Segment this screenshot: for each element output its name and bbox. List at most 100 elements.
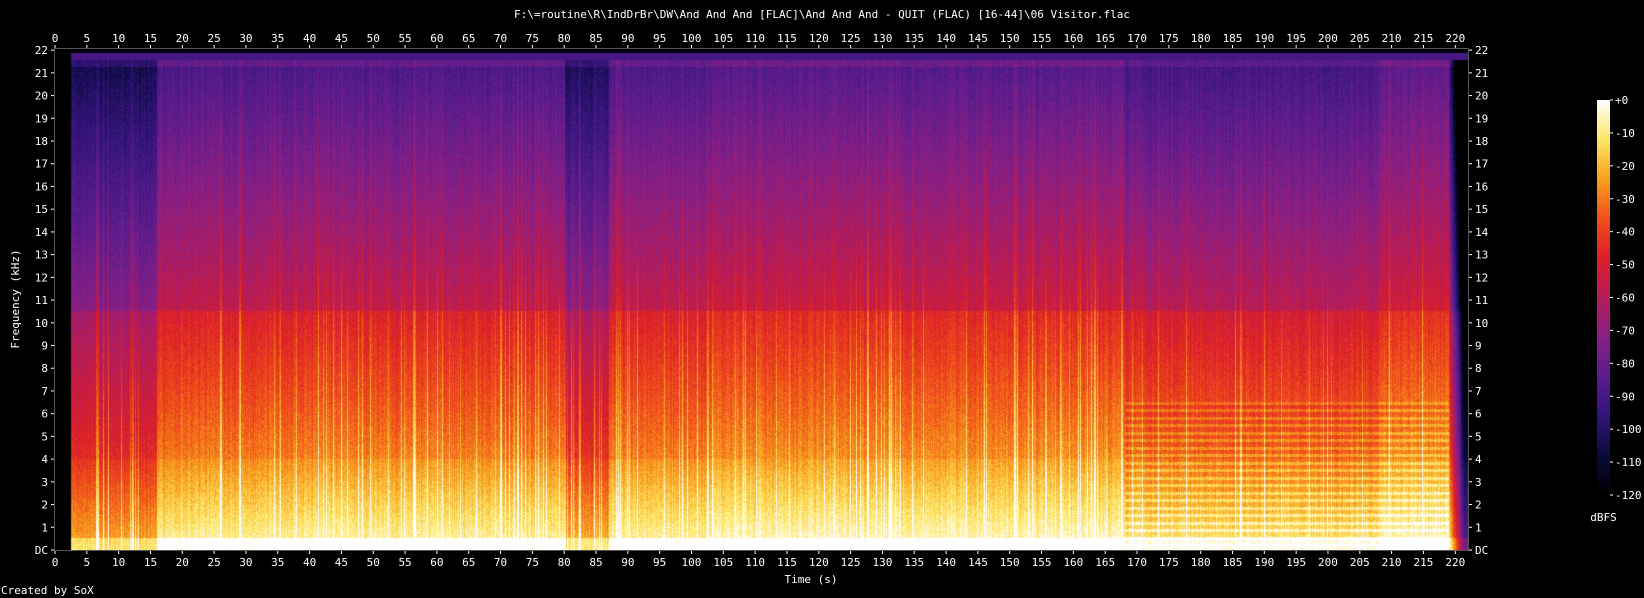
x-tick-label: 45 [335,556,348,569]
x-tick-label: 75 [526,556,539,569]
y-tick-label: 16 [35,180,48,193]
x-tick-label: 45 [335,32,348,45]
x-tick-label: 5 [84,556,91,569]
y-tick-label: 1 [41,521,48,534]
x-tick-label: 150 [1000,556,1020,569]
x-tick-label: 160 [1063,556,1083,569]
x-tick-label: 90 [621,556,634,569]
x-tick-label: 105 [713,32,733,45]
x-tick-label: 15 [144,32,157,45]
x-tick-label: 175 [1159,32,1179,45]
x-tick-label: 30 [239,556,252,569]
y-tick-label: 17 [35,158,48,171]
x-tick-label: 60 [430,32,443,45]
x-tick-label: 220 [1445,556,1465,569]
y-tick-label: 15 [35,203,48,216]
y-tick-label: 14 [35,226,49,239]
colorbar-tick-label: -90 [1615,390,1635,403]
y-tick-label: 18 [1475,135,1488,148]
x-tick-label: 20 [176,556,189,569]
y-tick-label: 2 [1475,499,1482,512]
y-tick-label: DC [1475,544,1488,557]
x-axis-bottom: 0 5 10 15 20 25 30 35 40 45 50 55 60 65 70 75 80 85 90 95 10… [52,550,1465,569]
x-tick-label: 90 [621,32,634,45]
x-tick-label: 85 [589,556,602,569]
y-tick-label: 15 [1475,203,1488,216]
y-tick-label: 4 [41,453,48,466]
y-tick-label: 12 [1475,271,1488,284]
y-tick-label: 4 [1475,453,1482,466]
y-axis-label: Frequency (kHz) [9,249,22,348]
y-tick-label: 6 [41,408,48,421]
x-tick-label: 25 [207,556,220,569]
x-tick-label: 195 [1286,556,1306,569]
y-tick-label: 8 [1475,362,1482,375]
colorbar-tick-label: -70 [1615,324,1635,337]
colorbar-tick-label: -40 [1615,226,1635,239]
colorbar-tick-label: +0 [1615,94,1628,107]
x-tick-label: 110 [745,32,765,45]
y-tick-label: 11 [35,294,48,307]
y-tick-label: 17 [1475,158,1488,171]
y-tick-label: 9 [41,340,48,353]
x-tick-label: 10 [112,556,125,569]
x-tick-label: 115 [777,32,797,45]
colorbar-tick-label: -30 [1615,193,1635,206]
x-tick-label: 40 [303,556,316,569]
y-tick-label: 10 [35,317,48,330]
x-tick-label: 10 [112,32,125,45]
y-tick-label: 20 [35,90,48,103]
x-tick-label: 205 [1350,556,1370,569]
colorbar-tick-label: -10 [1615,127,1635,140]
y-tick-label: 21 [1475,67,1488,80]
x-tick-label: 165 [1095,32,1115,45]
colorbar-tick-label: -60 [1615,292,1635,305]
x-tick-label: 65 [462,556,475,569]
x-tick-label: 120 [809,556,829,569]
x-tick-label: 215 [1414,32,1434,45]
y-tick-label: 7 [41,385,48,398]
x-tick-label: 170 [1127,32,1147,45]
x-tick-label: 160 [1063,32,1083,45]
y-tick-label: 22 [35,44,48,57]
y-tick-label: 6 [1475,408,1482,421]
x-tick-label: 35 [271,556,284,569]
x-tick-label: 130 [872,556,892,569]
colorbar: +0 -10 -20 -30 -40 -50 -60 -70 -80 -90 -100 -110 -12… [1590,94,1641,524]
x-tick-label: 150 [1000,32,1020,45]
y-tick-label: DC [35,544,48,557]
x-tick-label: 100 [682,32,702,45]
y-tick-label: 11 [1475,294,1488,307]
y-axis-left: DC12345678910111213141516171819202122 [35,44,55,557]
x-tick-label: 130 [872,32,892,45]
x-tick-label: 125 [841,556,861,569]
x-tick-label: 220 [1445,32,1465,45]
y-tick-label: 19 [1475,112,1488,125]
y-tick-label: 7 [1475,385,1482,398]
x-tick-label: 35 [271,32,284,45]
x-tick-label: 40 [303,32,316,45]
y-tick-label: 10 [1475,317,1488,330]
colorbar-tick-label: -50 [1615,259,1635,272]
colorbar-tick-label: -80 [1615,357,1635,370]
x-tick-label: 75 [526,32,539,45]
x-tick-label: 140 [936,32,956,45]
x-tick-label: 70 [494,32,507,45]
x-tick-label: 65 [462,32,475,45]
x-tick-label: 55 [398,32,411,45]
x-tick-label: 200 [1318,556,1338,569]
x-tick-label: 125 [841,32,861,45]
x-tick-label: 135 [904,556,924,569]
colorbar-tick-label: -120 [1615,489,1642,502]
x-tick-label: 205 [1350,32,1370,45]
x-tick-label: 140 [936,556,956,569]
x-tick-label: 155 [1032,32,1052,45]
x-tick-label: 95 [653,556,666,569]
x-tick-label: 105 [713,556,733,569]
x-tick-label: 165 [1095,556,1115,569]
x-tick-label: 155 [1032,556,1052,569]
y-tick-label: 13 [1475,249,1488,262]
x-tick-label: 175 [1159,556,1179,569]
y-tick-label: 13 [35,249,48,262]
x-tick-label: 55 [398,556,411,569]
